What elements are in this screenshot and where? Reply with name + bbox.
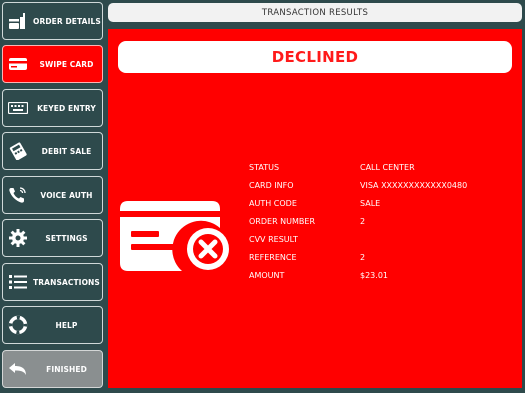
nav-keyed-entry-button[interactable]: KEYED ENTRY [2, 89, 103, 127]
phone-icon [3, 177, 33, 213]
detail-label: AMOUNT [249, 270, 285, 280]
detail-label: AUTH CODE [249, 198, 297, 208]
detail-row-cvv-result: CVV RESULT [249, 230, 467, 248]
detail-row-order-number: ORDER NUMBER 2 [249, 212, 467, 230]
detail-value: CALL CENTER [360, 162, 415, 172]
nav-label: VOICE AUTH [40, 190, 93, 200]
list-icon [3, 264, 33, 300]
result-panel: DECLINED STATUS CALL CENTER CARD INFO VI… [108, 29, 522, 388]
nav-label: ORDER DETAILS [33, 16, 101, 26]
detail-row-card-info: CARD INFO VISA XXXXXXXXXXXX0480 [249, 176, 467, 194]
detail-label: REFERENCE [249, 252, 297, 262]
keyboard-icon [3, 90, 33, 126]
nav-label: SETTINGS [45, 233, 88, 243]
detail-label: CVV RESULT [249, 234, 298, 244]
detail-label: ORDER NUMBER [249, 216, 316, 226]
detail-row-reference: REFERENCE 2 [249, 248, 467, 266]
page-title: TRANSACTION RESULTS [108, 3, 522, 22]
detail-value: VISA XXXXXXXXXXXX0480 [360, 180, 468, 190]
nav-debit-sale-button[interactable]: DEBIT SALE [2, 132, 103, 170]
detail-value: 2 [360, 216, 366, 226]
transaction-details: STATUS CALL CENTER CARD INFO VISA XXXXXX… [249, 158, 467, 284]
credit-card-icon [3, 46, 33, 82]
detail-label: STATUS [249, 162, 280, 172]
declined-status-banner: DECLINED [118, 41, 512, 73]
nav-voice-auth-button[interactable]: VOICE AUTH [2, 176, 103, 214]
nav-label: FINISHED [46, 364, 87, 374]
card-declined-icon [120, 201, 238, 273]
nav-label: SWIPE CARD [39, 59, 94, 69]
nav-settings-button[interactable]: SETTINGS [2, 219, 103, 257]
nav-swipe-card-button[interactable]: SWIPE CARD [2, 45, 103, 83]
return-arrow-icon [3, 351, 33, 387]
gear-icon [3, 220, 33, 256]
detail-row-auth-code: AUTH CODE SALE [249, 194, 467, 212]
nav-label: KEYED ENTRY [37, 103, 96, 113]
detail-row-amount: AMOUNT $23.01 [249, 266, 467, 284]
detail-value: SALE [360, 198, 381, 208]
lifebuoy-icon [3, 307, 33, 343]
nav-label: TRANSACTIONS [33, 277, 100, 287]
nav-label: HELP [55, 320, 78, 330]
nav-order-details-button[interactable]: ORDER DETAILS [2, 2, 103, 40]
pos-terminal-icon [3, 133, 33, 169]
nav-finished-button[interactable]: FINISHED [2, 350, 103, 388]
nav-label: DEBIT SALE [41, 146, 92, 156]
nav-help-button[interactable]: HELP [2, 306, 103, 344]
detail-value: 2 [360, 252, 366, 262]
order-details-icon [3, 3, 33, 39]
detail-value: $23.01 [360, 270, 388, 280]
detail-label: CARD INFO [249, 180, 294, 190]
detail-row-status: STATUS CALL CENTER [249, 158, 467, 176]
nav-transactions-button[interactable]: TRANSACTIONS [2, 263, 103, 301]
